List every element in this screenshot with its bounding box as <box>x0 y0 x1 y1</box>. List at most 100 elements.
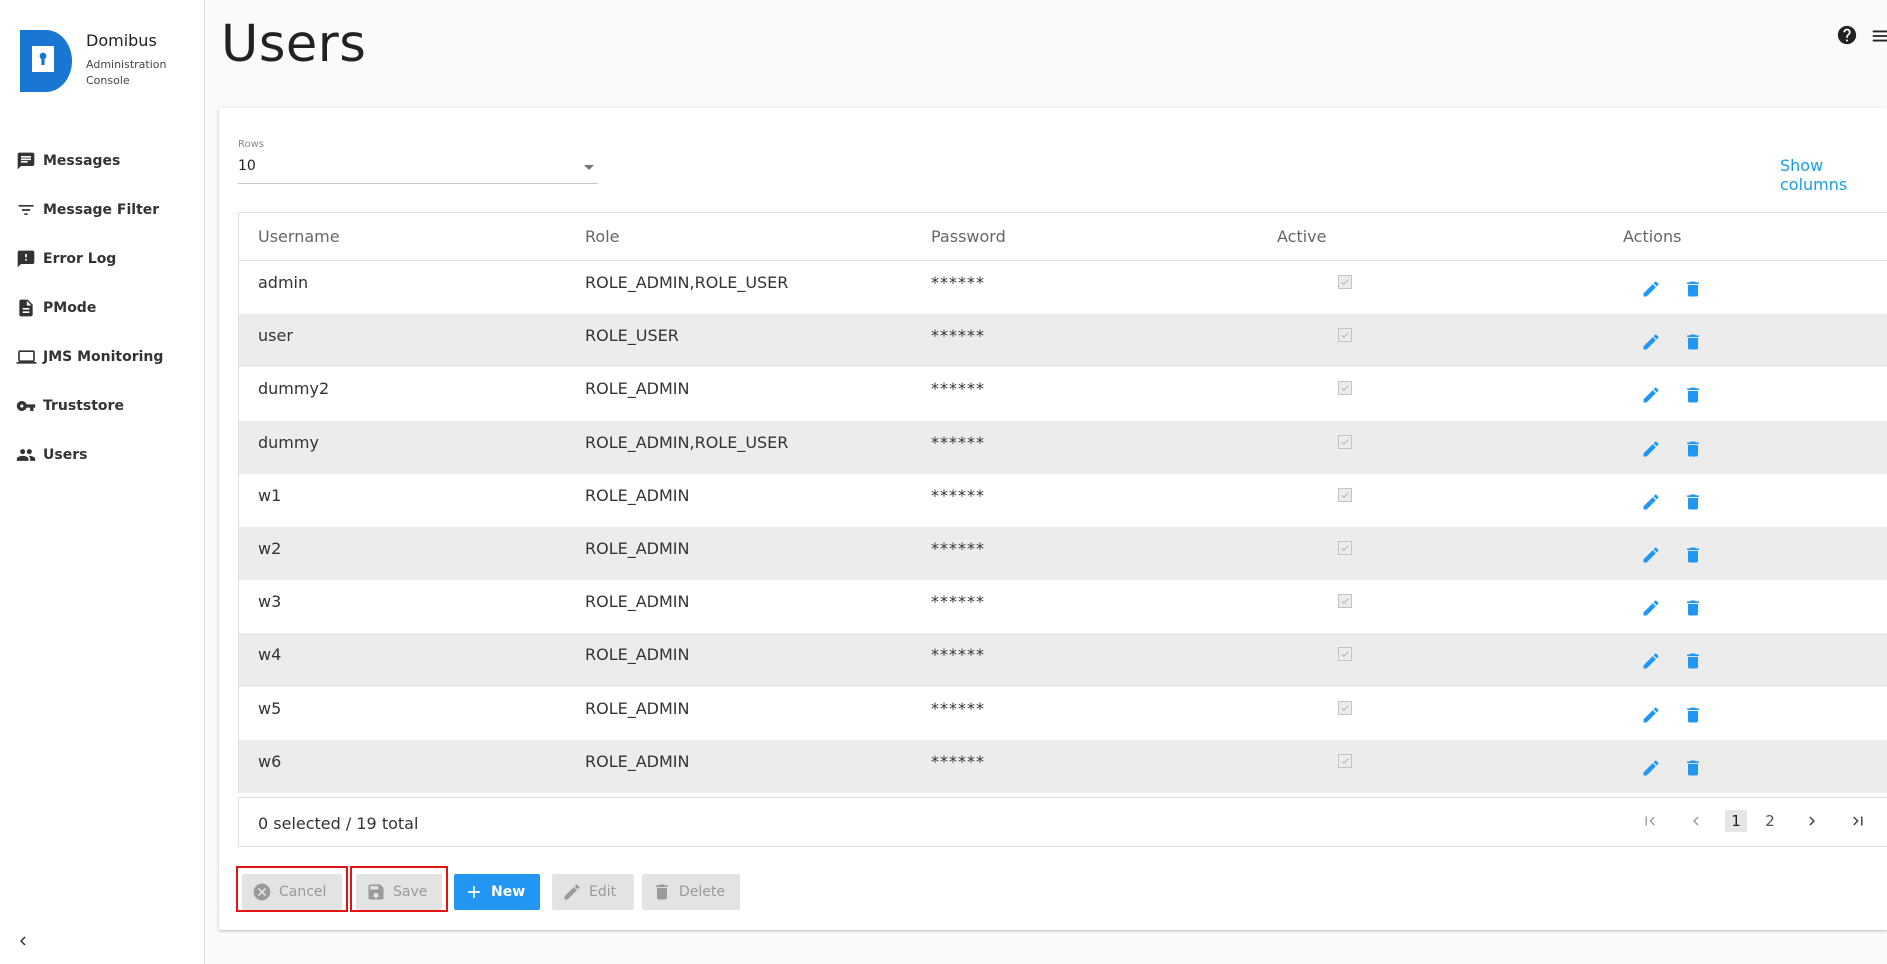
cell-password: ****** <box>931 538 985 558</box>
edit-button[interactable]: Edit <box>552 874 634 910</box>
brand[interactable]: Domibus Administration Console <box>18 30 171 92</box>
table-row[interactable]: w5 ROLE_ADMIN ****** <box>239 687 1887 740</box>
active-checkbox <box>1338 647 1352 662</box>
cell-username: w6 <box>258 751 282 771</box>
next-page-button[interactable] <box>1801 810 1823 832</box>
sidebar-item-truststore[interactable]: Truststore <box>15 381 205 430</box>
brand-name: Domibus <box>86 31 157 50</box>
row-edit-icon[interactable] <box>1639 437 1663 461</box>
column-header-password[interactable]: Password <box>931 227 1277 246</box>
cancel-icon <box>252 882 272 902</box>
row-delete-icon[interactable] <box>1681 490 1705 514</box>
caret-down-icon <box>584 165 594 170</box>
sidebar-item-error-log[interactable]: Error Log <box>15 234 205 283</box>
menu-icon[interactable] <box>1870 25 1887 47</box>
table-row[interactable]: w1 ROLE_ADMIN ****** <box>239 474 1887 527</box>
table-row[interactable]: admin ROLE_ADMIN,ROLE_USER ****** <box>239 261 1887 314</box>
sidebar-item-pmode[interactable]: PMode <box>15 283 205 332</box>
row-edit-icon[interactable] <box>1639 383 1663 407</box>
chevron-left-icon <box>20 936 26 946</box>
table-row[interactable]: w3 ROLE_ADMIN ****** <box>239 580 1887 633</box>
table-row[interactable]: dummy ROLE_ADMIN,ROLE_USER ****** <box>239 420 1887 474</box>
row-delete-icon[interactable] <box>1681 649 1705 673</box>
cell-password: ****** <box>931 592 985 612</box>
row-edit-icon[interactable] <box>1639 703 1663 727</box>
cell-active <box>1277 687 1623 715</box>
previous-page-button[interactable] <box>1685 810 1707 832</box>
row-edit-icon[interactable] <box>1639 543 1663 567</box>
table-row[interactable]: dummy2 ROLE_ADMIN ****** <box>239 367 1887 420</box>
sidebar-item-jms-monitoring[interactable]: JMS Monitoring <box>15 332 205 381</box>
row-edit-icon[interactable] <box>1639 596 1663 620</box>
page-1-button[interactable]: 1 <box>1725 810 1747 832</box>
show-columns-link[interactable]: Show columns <box>1780 156 1887 194</box>
column-header-actions: Actions <box>1623 227 1682 246</box>
save-label: Save <box>393 884 428 900</box>
cell-actions <box>1623 421 1887 461</box>
collapse-sidebar-button[interactable] <box>14 932 32 950</box>
help-icon[interactable] <box>1836 24 1858 46</box>
rows-select[interactable]: Rows 10 <box>238 139 598 184</box>
cell-role: ROLE_ADMIN <box>585 645 690 665</box>
sidebar-item-message-filter[interactable]: Message Filter <box>15 185 205 234</box>
row-edit-icon[interactable] <box>1639 277 1663 301</box>
cell-role: ROLE_ADMIN <box>585 538 690 558</box>
delete-label: Delete <box>679 884 725 900</box>
table-row[interactable]: w2 ROLE_ADMIN ****** <box>239 526 1887 581</box>
column-header-username[interactable]: Username <box>239 227 585 246</box>
rows-value: 10 <box>238 158 256 174</box>
table-body: admin ROLE_ADMIN,ROLE_USER ****** user ROLE_… <box>239 261 1887 793</box>
cell-password: ****** <box>931 485 985 505</box>
cell-active <box>1277 527 1623 555</box>
row-delete-icon[interactable] <box>1681 703 1705 727</box>
page-2-button[interactable]: 2 <box>1759 810 1781 832</box>
cell-username: dummy2 <box>258 379 330 399</box>
trash-icon <box>652 882 672 902</box>
sidebar-item-label: PMode <box>43 299 97 316</box>
table-row[interactable]: w6 ROLE_ADMIN ****** <box>239 739 1887 793</box>
column-header-active[interactable]: Active <box>1277 227 1623 246</box>
row-delete-icon[interactable] <box>1681 383 1705 407</box>
row-edit-icon[interactable] <box>1639 490 1663 514</box>
row-delete-icon[interactable] <box>1681 756 1705 780</box>
row-delete-icon[interactable] <box>1681 437 1705 461</box>
cell-active <box>1277 421 1623 449</box>
column-header-role[interactable]: Role <box>585 227 931 246</box>
cell-role: ROLE_ADMIN <box>585 592 690 612</box>
sidebar-item-label: Users <box>43 446 88 463</box>
last-page-button[interactable] <box>1847 810 1869 832</box>
cell-role: ROLE_ADMIN <box>585 379 690 399</box>
row-delete-icon[interactable] <box>1681 596 1705 620</box>
cell-username: admin <box>258 273 309 292</box>
chevron-right-icon <box>1809 816 1815 826</box>
row-delete-icon[interactable] <box>1681 330 1705 354</box>
row-delete-icon[interactable] <box>1681 543 1705 567</box>
cell-username: w2 <box>258 538 282 558</box>
row-delete-icon[interactable] <box>1681 277 1705 301</box>
delete-button[interactable]: Delete <box>642 874 740 910</box>
sidebar-item-users[interactable]: Users <box>15 430 205 479</box>
selection-summary: 0 selected / 19 total <box>258 814 419 833</box>
sidebar-item-messages[interactable]: Messages <box>15 136 205 185</box>
rows-label: Rows <box>238 139 265 150</box>
table-row[interactable]: user ROLE_USER ****** <box>239 314 1887 368</box>
row-edit-icon[interactable] <box>1639 330 1663 354</box>
first-page-button[interactable] <box>1639 810 1661 832</box>
save-button[interactable]: Save <box>356 874 442 910</box>
cell-username: w1 <box>258 485 282 505</box>
cell-password: ****** <box>931 273 985 292</box>
cell-password: ****** <box>931 645 985 665</box>
row-edit-icon[interactable] <box>1639 756 1663 780</box>
message-icon <box>15 150 37 172</box>
sidebar-item-label: Messages <box>43 152 121 169</box>
row-edit-icon[interactable] <box>1639 649 1663 673</box>
cancel-button[interactable]: Cancel <box>242 874 342 910</box>
document-icon <box>15 297 37 319</box>
cancel-label: Cancel <box>279 884 327 900</box>
table-row[interactable]: w4 ROLE_ADMIN ****** <box>239 633 1887 687</box>
cell-role: ROLE_ADMIN <box>585 485 690 505</box>
new-button[interactable]: New <box>454 874 540 910</box>
users-table: Username Role Password Active Actions ad… <box>238 212 1887 793</box>
cell-actions <box>1623 527 1887 567</box>
domibus-logo <box>20 30 72 92</box>
